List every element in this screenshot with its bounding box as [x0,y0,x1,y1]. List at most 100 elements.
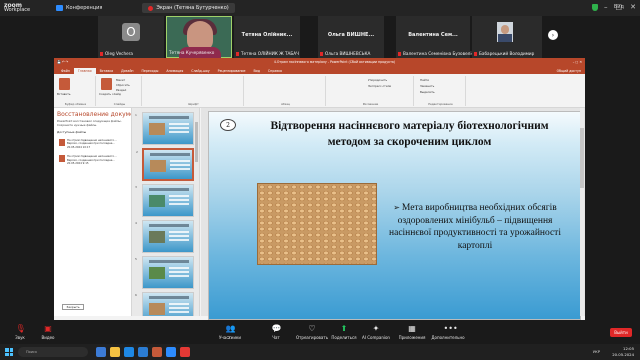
next-page-arrow-icon[interactable]: › [548,30,558,40]
share-dot-icon [148,5,154,11]
participant-tile[interactable]: Тетяна Олійник... Тетяна ОЛІЙНИК Ж ТАБАЧ [234,16,300,58]
slide-bullet-text: Мета виробництва необхідних обсягів оздо… [389,203,561,251]
leave-button[interactable]: Выйти [610,328,632,337]
share-label: Поделиться [331,335,357,340]
participant-name-text: Oleg Vechera [105,51,133,56]
thumb-text-lines [169,267,189,269]
participant-tile[interactable]: Валентина Сем... Валентина Семенівна Буз… [396,16,478,58]
video-button[interactable]: ▣ Видео [30,325,66,341]
arrow-bullet-icon: ➢ [393,203,400,212]
slide-thumbnail[interactable]: 3 [135,184,194,217]
share-screen-button[interactable]: ⬆ Поделиться [326,324,362,341]
thumb-text-lines [169,123,189,125]
mic-muted-icon [320,52,323,56]
taskbar-search[interactable]: Поиск [18,347,88,357]
new-slide-icon[interactable] [101,78,112,90]
participant-big-name: Тетяна Олійник... [241,32,293,38]
section-button[interactable]: Раздел [116,88,126,92]
paragraph-group: Абзац [246,76,326,106]
thumb-text-lines [169,195,189,197]
ppt-window-controls[interactable]: – □ ✕ [555,60,585,64]
slide-thumbnail-selected[interactable]: 2 [136,148,194,181]
window-controls: – □ ✕ [604,3,636,11]
meeting-tab-label: Конференция [66,5,103,11]
reactions-label: Отреагировать [295,335,329,340]
maximize-icon[interactable]: □ [616,3,623,11]
powerpoint-icon[interactable] [152,347,162,357]
thumb-title-bar [150,153,190,156]
editing-group-label: Редактирование [428,102,453,106]
mic-muted-icon [100,52,103,56]
edge-icon[interactable] [124,347,134,357]
word-icon[interactable] [138,347,148,357]
mic-muted-icon [398,52,401,56]
participant-tile[interactable]: O Oleg Vechera [98,16,164,58]
recovered-file-item[interactable]: На отрим підвищення насіннєвого... Верси… [57,153,128,167]
avatar: O [122,23,140,41]
participant-tile[interactable]: Бабарецький Володимир [472,16,542,58]
thumb-text-lines [169,303,189,305]
slide-thumbnail[interactable]: 1 [135,112,194,145]
recovered-file-item[interactable]: На отрим підвищення насіннєвого... Верси… [57,137,128,151]
file-explorer-icon[interactable] [110,347,120,357]
mic-muted-icon [474,52,477,56]
slide-thumbnail[interactable]: 4 [135,220,194,253]
more-button[interactable]: ••• Дополнительно [430,325,466,341]
thumbnail-scrollbar[interactable] [195,122,198,162]
video-label: Видео [41,335,55,340]
paste-button[interactable]: Вставить [57,92,71,96]
participant-name-text: Тетяна Кучерявенко [169,50,215,55]
zoom-brand-sub: Workplace [4,7,31,13]
reset-button[interactable]: Сбросить [116,83,130,87]
slide-thumbnail[interactable]: 6 [135,292,194,316]
slide-canvas: 2 Відтворення насіннєвого матеріалу біот… [201,108,585,320]
thumb-image [150,160,166,172]
app-icon[interactable] [180,347,190,357]
zoom-icon[interactable] [166,347,176,357]
quick-access-toolbar[interactable]: 💾 ↶ ↷ [54,60,114,64]
chat-label: Чат [272,335,280,340]
thumbnail-number: 4 [135,221,137,225]
clipboard-group: Вставить Буфер обмена [56,76,96,106]
participant-tile-active[interactable]: Тетяна Кучерявенко [166,16,232,59]
participant-big-name: Валентина Сем... [408,32,458,38]
layout-button[interactable]: Макет [116,78,125,82]
scrollbar-thumb[interactable] [580,128,584,188]
pptx-file-icon [59,139,65,146]
paste-icon[interactable] [59,78,70,90]
task-view-icon[interactable] [96,347,106,357]
ai-companion-button[interactable]: ✦ AI Companion [358,325,394,341]
arrange-button[interactable]: Упорядочить [368,78,387,82]
participant-name-text: Ольга ВИШНЕВСЬКА [325,51,371,56]
participant-tile[interactable]: Ольга ВИШНЕ... Ольга ВИШНЕВСЬКА [318,16,384,58]
security-shield-icon[interactable] [592,4,598,11]
chat-button[interactable]: 💬 Чат [258,324,294,341]
minimize-icon[interactable]: – [604,3,608,11]
meeting-tab[interactable]: Конференция [56,5,102,11]
slide-thumbnail[interactable]: 5 [135,256,194,289]
reactions-button[interactable]: ♡ Отреагировать [294,325,330,341]
current-slide[interactable]: 2 Відтворення насіннєвого матеріалу біот… [208,111,581,320]
thumb-image [149,303,165,315]
find-button[interactable]: Найти [420,78,429,82]
clock[interactable]: 12:05 20.05.2024 [612,346,634,358]
close-icon[interactable]: ✕ [630,3,636,11]
apps-button[interactable]: ▦ Приложения [394,325,430,341]
mic-muted-icon: 🎙 [15,324,26,333]
windows-start-icon[interactable] [5,348,13,356]
share-indicator[interactable]: Экран (Тетяна Бутурченко) [142,3,235,13]
thumbnail-number: 1 [135,113,137,117]
new-slide-button[interactable]: Создать слайд [99,92,121,96]
thumb-image [149,267,165,279]
select-button[interactable]: Выделить [420,90,435,94]
participants-button[interactable]: 👥21 Участники [212,325,248,341]
replace-button[interactable]: Заменить [420,84,434,88]
share-screen-icon: ⬆ [340,324,348,333]
chat-icon: 💬 [271,324,282,333]
windows-taskbar: Поиск УКР 12:05 20.05.2024 [0,344,640,360]
clipboard-group-label: Буфер обмена [64,102,87,106]
slide-scrollbar[interactable] [580,108,584,316]
language-indicator[interactable]: УКР [593,349,600,354]
recovery-close-button[interactable]: Закрыть [62,304,84,310]
quick-styles-button[interactable]: Экспресс-стили [368,84,391,88]
